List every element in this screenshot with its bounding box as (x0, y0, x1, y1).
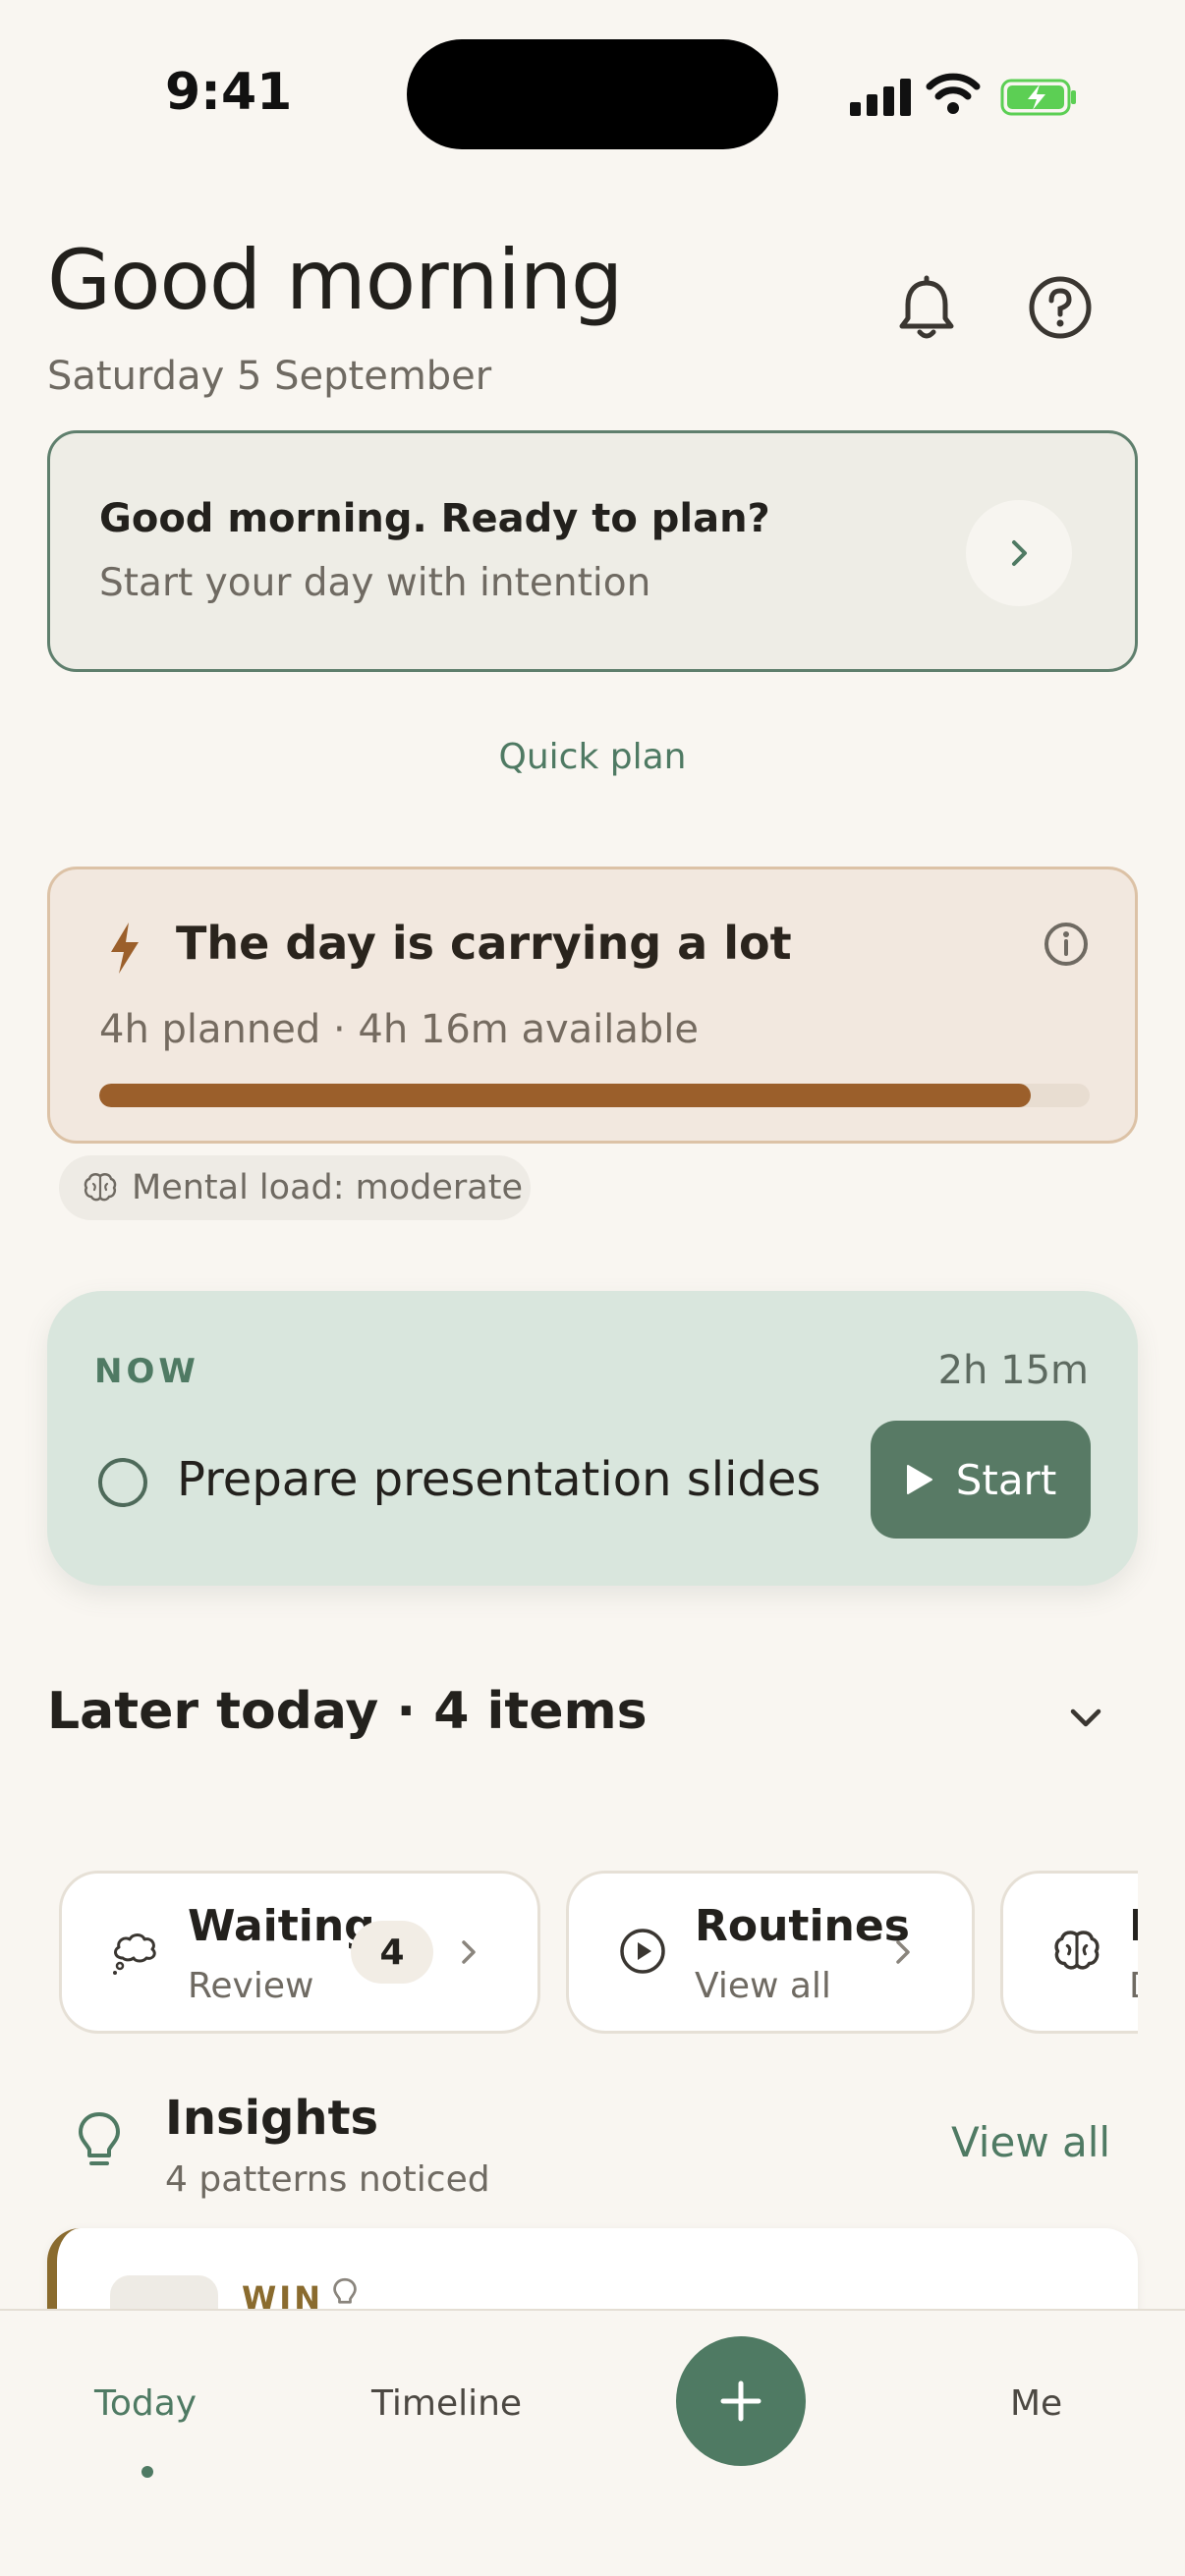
waiting-chip[interactable]: Waiting Review 4 (59, 1871, 540, 2034)
day-load-summary: 4h planned · 4h 16m available (99, 1007, 700, 1052)
chevron-right-icon (462, 1940, 476, 1964)
day-load-title: The day is carrying a lot (176, 917, 792, 970)
later-today-header[interactable]: Later today · 4 items (47, 1682, 648, 1741)
wifi-icon (926, 73, 981, 114)
waiting-chip-title: Waiting (188, 1901, 375, 1951)
help-icon[interactable] (1026, 273, 1095, 342)
day-load-card[interactable]: The day is carrying a lot 4h planned · 4… (47, 867, 1138, 1144)
lightbulb-icon (333, 2277, 357, 2304)
waiting-count-badge: 4 (351, 1921, 433, 1984)
day-load-progress-track (99, 1084, 1090, 1107)
chevron-right-icon (896, 1940, 910, 1964)
chevron-down-icon[interactable] (1063, 1696, 1108, 1741)
current-date: Saturday 5 September (47, 354, 492, 399)
routines-chip-title: Routines (695, 1901, 910, 1951)
start-button-label: Start (955, 1455, 1057, 1504)
start-task-button[interactable]: Start (871, 1421, 1091, 1539)
plan-card-arrow-button[interactable] (966, 500, 1072, 606)
insights-title: Insights (165, 2091, 379, 2146)
greeting-title: Good morning (47, 232, 623, 328)
now-task-card[interactable]: NOW 2h 15m Prepare presentation slides S… (47, 1291, 1138, 1586)
brain-icon (84, 1173, 117, 1202)
play-icon (906, 1465, 932, 1494)
plan-card-subtitle: Start your day with intention (99, 561, 651, 605)
play-circle-icon (620, 1929, 665, 1974)
insights-subtitle: 4 patterns noticed (165, 2159, 490, 2200)
nav-timeline[interactable]: Timeline (371, 2383, 522, 2424)
cellular-signal-icon (850, 77, 911, 116)
bell-icon[interactable] (892, 275, 961, 344)
add-button[interactable] (676, 2336, 806, 2466)
brain-icon (1054, 1931, 1100, 1970)
lightning-icon (111, 923, 139, 974)
chips-fade-edge (1138, 1867, 1185, 2034)
routines-chip-subtitle: View all (695, 1966, 831, 2006)
battery-charging-icon (1000, 79, 1076, 116)
nav-today[interactable]: Today (94, 2383, 197, 2424)
quick-access-row[interactable]: Waiting Review 4 Routines View all L D (0, 1867, 1185, 2034)
info-icon[interactable] (1043, 921, 1090, 968)
quick-plan-link[interactable]: Quick plan (0, 737, 1185, 777)
now-label: NOW (94, 1352, 199, 1391)
now-task-title: Prepare presentation slides (177, 1452, 821, 1507)
lightbulb-icon (79, 2112, 120, 2165)
bottom-navigation: Today Timeline Me (0, 2309, 1185, 2576)
plan-day-card[interactable]: Good morning. Ready to plan? Start your … (47, 430, 1138, 672)
chevron-right-icon (1012, 540, 1027, 566)
plan-card-title: Good morning. Ready to plan? (99, 496, 770, 541)
task-complete-checkbox[interactable] (98, 1458, 147, 1507)
nav-me[interactable]: Me (1010, 2383, 1062, 2424)
insights-view-all-link[interactable]: View all (951, 2118, 1110, 2166)
nav-active-indicator (141, 2466, 153, 2478)
mental-load-label: Mental load: moderate (132, 1168, 524, 1207)
status-time: 9:41 (165, 63, 293, 122)
now-task-duration: 2h 15m (937, 1348, 1089, 1393)
mental-load-chip[interactable]: Mental load: moderate (59, 1155, 531, 1220)
thought-cloud-icon (113, 1933, 156, 1975)
routines-chip[interactable]: Routines View all (566, 1871, 975, 2034)
dynamic-island (407, 39, 778, 149)
day-load-progress-fill (99, 1084, 1031, 1107)
plus-icon (720, 2380, 762, 2422)
waiting-chip-subtitle: Review (188, 1966, 314, 2006)
